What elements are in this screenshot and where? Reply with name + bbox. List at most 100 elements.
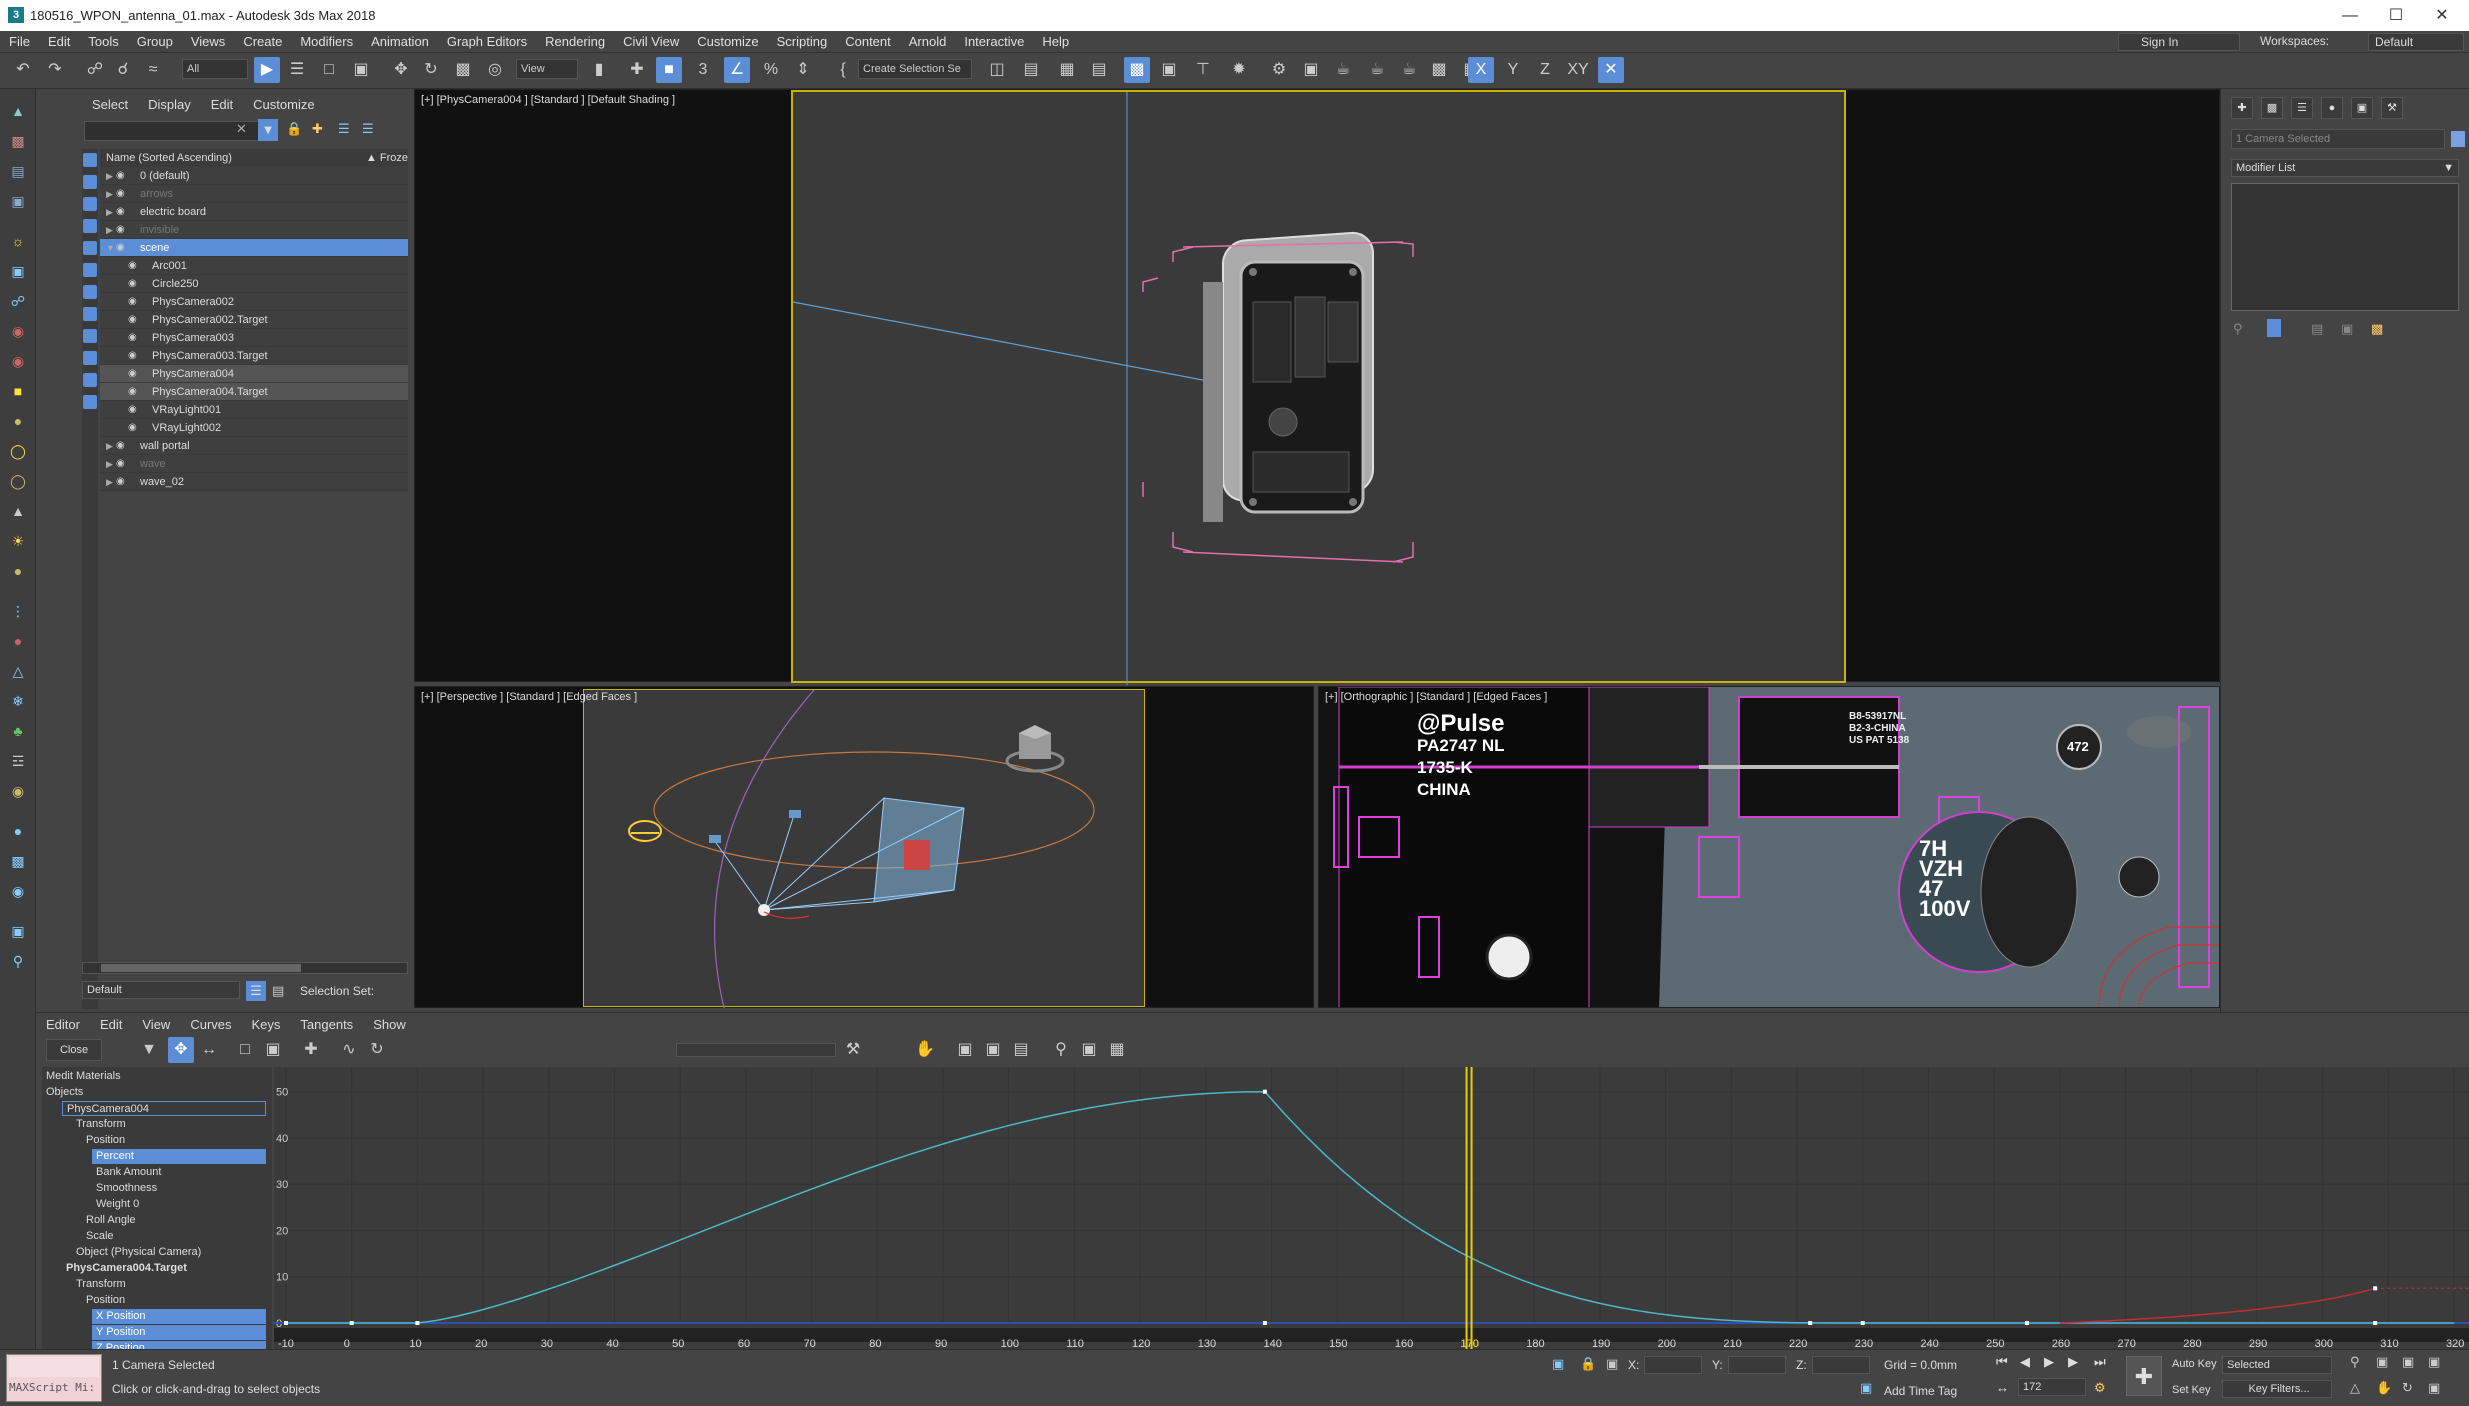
select-by-name-icon[interactable]: ☰ xyxy=(284,57,310,83)
curve-menu-editor[interactable]: Editor xyxy=(36,1017,90,1032)
scene-row[interactable]: ◉ VRayLight002 xyxy=(100,419,408,437)
controller-tree-item[interactable]: PhysCamera004.Target xyxy=(62,1261,191,1276)
curve-menu-edit[interactable]: Edit xyxy=(90,1017,132,1032)
y-coordinate-field[interactable] xyxy=(1728,1356,1786,1374)
tab-select[interactable]: Select xyxy=(82,97,138,112)
zoom-extents-icon[interactable]: ▣ xyxy=(2402,1354,2414,1370)
undo-icon[interactable]: ↶ xyxy=(10,57,36,83)
explorer-horizontal-scrollbar[interactable] xyxy=(82,962,408,974)
curve-menu-keys[interactable]: Keys xyxy=(242,1017,291,1032)
cloth-icon[interactable]: ◉ xyxy=(6,779,30,803)
controller-tree-item[interactable]: Smoothness xyxy=(92,1181,161,1196)
align-icon[interactable]: ▤ xyxy=(1018,57,1044,83)
axis-y-button[interactable]: Y xyxy=(1500,57,1526,83)
scene-row[interactable]: ◉ Circle250 xyxy=(100,275,408,293)
modify-panel-icon[interactable]: ▩ xyxy=(6,129,30,153)
shape-icon[interactable]: ◉ xyxy=(6,319,30,343)
geosphere-icon[interactable]: ☀ xyxy=(6,529,30,553)
motion-icon[interactable]: ▣ xyxy=(6,189,30,213)
menu-create[interactable]: Create xyxy=(234,34,291,49)
move-keys-icon[interactable]: ✥ xyxy=(168,1037,194,1063)
key-point[interactable] xyxy=(349,1321,354,1325)
menu-modifiers[interactable]: Modifiers xyxy=(291,34,362,49)
frame-horizontal-icon[interactable]: ▣ xyxy=(952,1037,978,1063)
time-tag-icon[interactable]: ▣ xyxy=(1860,1380,1872,1396)
set-keys-icon[interactable]: ✚ xyxy=(2126,1356,2162,1396)
curve-editor-icon[interactable]: ▣ xyxy=(1156,57,1182,83)
sphere-icon[interactable]: ● xyxy=(6,409,30,433)
controller-tree-item[interactable]: Medit Materials xyxy=(42,1069,125,1084)
visibility-eye-icon[interactable]: ◉ xyxy=(116,203,125,221)
scene-row[interactable]: ◉ PhysCamera002 xyxy=(100,293,408,311)
filter-toggle-icon[interactable] xyxy=(83,285,97,299)
visibility-eye-icon[interactable]: ◉ xyxy=(128,329,137,347)
menu-interactive[interactable]: Interactive xyxy=(955,34,1033,49)
pivot-icon[interactable]: ▮ xyxy=(586,57,612,83)
scene-row[interactable]: ▶ ◉ wave xyxy=(100,455,408,473)
visibility-eye-icon[interactable]: ◉ xyxy=(116,455,125,473)
expand-arrow-icon[interactable]: ▶ xyxy=(106,473,113,491)
next-frame-icon[interactable]: ▶ xyxy=(2068,1354,2078,1370)
filter-toggle-icon[interactable] xyxy=(83,153,97,167)
axis-z-button[interactable]: Z xyxy=(1532,57,1558,83)
selection-lock-icon[interactable]: 🔒 xyxy=(1580,1356,1596,1372)
axis-xy-button[interactable]: XY xyxy=(1562,57,1594,83)
filter-toggle-icon[interactable] xyxy=(83,351,97,365)
show-end-result-icon[interactable] xyxy=(2267,319,2281,337)
scale-values-icon[interactable]: ▣ xyxy=(260,1037,286,1063)
pin-stack-icon[interactable]: ⚲ xyxy=(2233,321,2243,337)
curve-menu-show[interactable]: Show xyxy=(363,1017,416,1032)
filter-toggle-icon[interactable] xyxy=(83,373,97,387)
tab-customize[interactable]: Customize xyxy=(243,97,324,112)
visibility-eye-icon[interactable]: ◉ xyxy=(116,167,125,185)
visibility-eye-icon[interactable]: ◉ xyxy=(116,221,125,239)
curve-graph[interactable]: -10 0 10 20 30 40 50 60 70 80 90 100 110 120 130 140 150… xyxy=(274,1067,2469,1353)
key-point[interactable] xyxy=(1262,1089,1267,1094)
menu-animation[interactable]: Animation xyxy=(362,34,438,49)
cone-icon[interactable]: ▲ xyxy=(6,499,30,523)
frame-values-icon[interactable]: ▣ xyxy=(980,1037,1006,1063)
add-time-tag[interactable]: Add Time Tag xyxy=(1884,1384,1957,1398)
select-manipulate-icon[interactable]: ✚ xyxy=(624,57,650,83)
object-color-swatch[interactable] xyxy=(2451,131,2465,147)
render-online-icon[interactable]: ☕ xyxy=(1396,57,1422,83)
camera-viewport-label[interactable]: [+] [PhysCamera004 ] [Standard ] [Defaul… xyxy=(421,94,675,106)
edit-named-selection-icon[interactable]: { xyxy=(830,57,856,83)
toggle-ribbon-icon[interactable]: ▩ xyxy=(1124,57,1150,83)
key-point[interactable] xyxy=(2373,1321,2378,1325)
percent-curve[interactable] xyxy=(286,1090,2454,1324)
visibility-eye-icon[interactable]: ◉ xyxy=(116,239,125,257)
controller-tree-item[interactable]: Bank Amount xyxy=(92,1165,165,1180)
menu-customize[interactable]: Customize xyxy=(688,34,767,49)
scene-row[interactable]: ▶ ◉ arrows xyxy=(100,185,408,203)
visibility-eye-icon[interactable]: ◉ xyxy=(128,365,137,383)
key-point[interactable] xyxy=(2373,1286,2378,1291)
motion-tab-icon[interactable]: ● xyxy=(2321,97,2343,119)
menu-group[interactable]: Group xyxy=(128,34,182,49)
visibility-eye-icon[interactable]: ◉ xyxy=(116,437,125,455)
key-point[interactable] xyxy=(2024,1321,2029,1325)
filter-toggle-icon[interactable] xyxy=(83,197,97,211)
lock-icon[interactable]: 🔒 xyxy=(286,121,302,137)
helper-icon[interactable]: ☍ xyxy=(6,289,30,313)
configure-sets-icon[interactable]: ▩ xyxy=(2371,321,2383,337)
scene-row[interactable]: ◉ PhysCamera004.Target xyxy=(100,383,408,401)
isolate-curve-icon[interactable]: ▦ xyxy=(1104,1037,1130,1063)
camera-icon[interactable]: ▣ xyxy=(6,259,30,283)
menu-file[interactable]: File xyxy=(0,34,39,49)
zoom-all-icon[interactable]: ▣ xyxy=(2376,1354,2388,1370)
menu-views[interactable]: Views xyxy=(182,34,234,49)
visibility-eye-icon[interactable]: ◉ xyxy=(128,257,137,275)
remove-modifier-icon[interactable]: ▣ xyxy=(2341,321,2353,337)
modifier-stack[interactable] xyxy=(2231,183,2459,311)
dynamics-icon[interactable]: ● xyxy=(6,629,30,653)
visibility-eye-icon[interactable]: ◉ xyxy=(128,311,137,329)
visibility-eye-icon[interactable]: ◉ xyxy=(128,275,137,293)
key-point[interactable] xyxy=(1808,1321,1813,1325)
add-key-icon[interactable]: ✚ xyxy=(298,1037,324,1063)
mirror-icon[interactable]: ◫ xyxy=(984,57,1010,83)
window-crossing-icon[interactable]: ▣ xyxy=(348,57,374,83)
scene-row[interactable]: ▶ ◉ electric board xyxy=(100,203,408,221)
move-icon[interactable]: ✥ xyxy=(388,57,414,83)
menu-help[interactable]: Help xyxy=(1033,34,1078,49)
